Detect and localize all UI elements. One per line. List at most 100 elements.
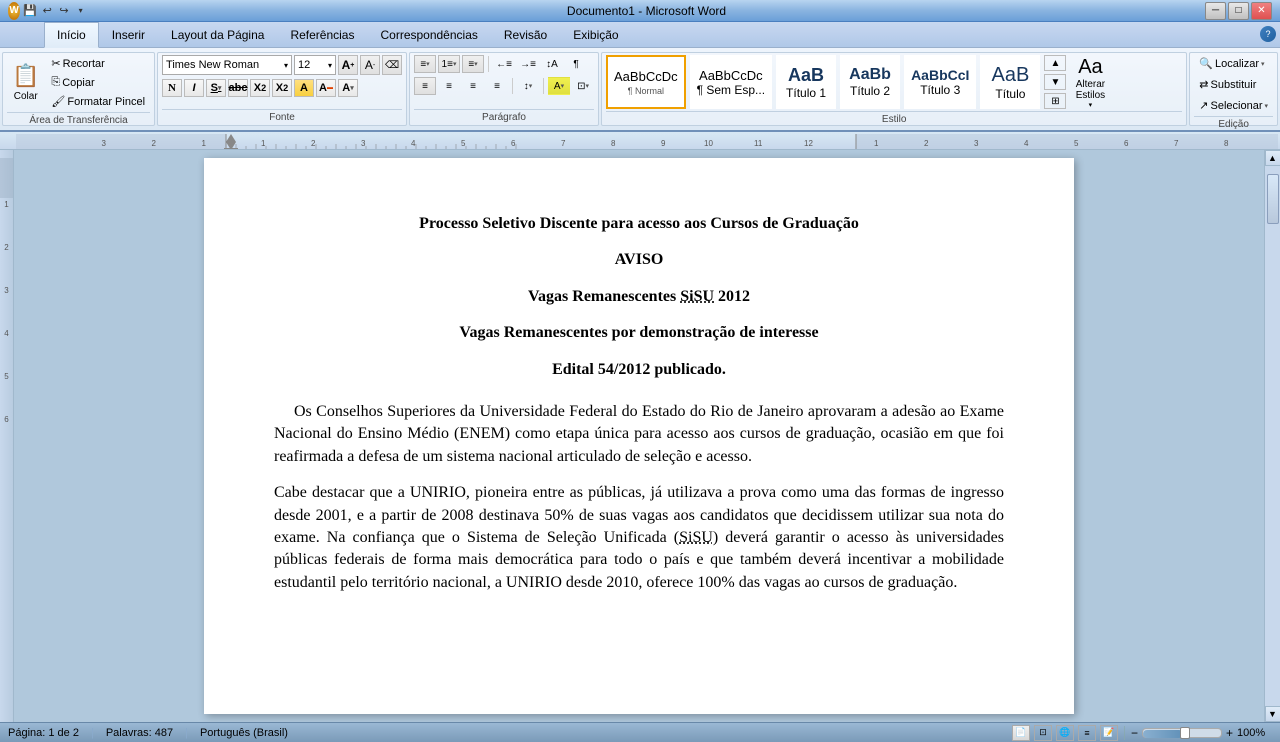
italic-button[interactable]: I	[184, 79, 204, 97]
align-left-btn[interactable]: ≡	[414, 77, 436, 95]
clipboard-label: Área de Transferência	[7, 112, 150, 126]
zoom-in-btn[interactable]: +	[1226, 726, 1233, 740]
find-button[interactable]: 🔍 Localizar ▾	[1194, 55, 1269, 72]
zoom-out-btn[interactable]: −	[1131, 726, 1138, 740]
clear-format-btn[interactable]: ⌫	[382, 55, 402, 75]
bullet-list-btn[interactable]: ≡▾	[414, 55, 436, 73]
tab-inserir[interactable]: Inserir	[99, 22, 158, 47]
minimize-btn[interactable]: ─	[1205, 2, 1226, 20]
paste-button[interactable]: 📋 Colar	[7, 56, 44, 110]
scroll-thumb[interactable]	[1267, 174, 1279, 224]
tab-correspondencias[interactable]: Correspondências	[367, 22, 490, 47]
styles-scroll-up[interactable]: ▲	[1044, 55, 1066, 71]
undo-quick-btn[interactable]: ↩	[40, 1, 55, 21]
doc-title-1: Processo Seletivo Discente para acesso a…	[274, 213, 1004, 235]
ruler-inner: 1 2 3 4 5 6 7 8 9 10 11 12 1 2 3	[14, 132, 1280, 150]
find-label: Localizar	[1215, 58, 1259, 70]
font-size-dropdown-icon[interactable]: ▾	[328, 61, 332, 70]
decrease-indent-btn[interactable]: ←≡	[493, 55, 515, 73]
font-color-btn[interactable]: A▾	[338, 79, 358, 97]
view-outline-btn[interactable]: ≡	[1078, 725, 1096, 741]
style-heading2[interactable]: AaBb Título 2	[840, 55, 900, 109]
multilevel-list-btn[interactable]: ≡▾	[462, 55, 484, 73]
shading-btn[interactable]: A▾	[548, 77, 570, 95]
view-web-btn[interactable]: 🌐	[1056, 725, 1074, 741]
view-draft-btn[interactable]: 📝	[1100, 725, 1118, 741]
underline-button[interactable]: S▾	[206, 79, 226, 97]
tab-layout[interactable]: Layout da Página	[158, 22, 277, 47]
scroll-track[interactable]	[1265, 166, 1280, 706]
tab-referencias[interactable]: Referências	[277, 22, 367, 47]
increase-indent-btn[interactable]: →≡	[517, 55, 539, 73]
window-title: Documento1 - Microsoft Word	[88, 4, 1205, 18]
tab-exibicao[interactable]: Exibição	[560, 22, 631, 47]
view-print-btn[interactable]: 📄	[1012, 725, 1030, 741]
editing-label: Edição	[1194, 116, 1273, 130]
copy-icon: ⎘	[51, 76, 60, 89]
select-button[interactable]: ↗ Selecionar ▾	[1194, 97, 1273, 114]
align-center-btn[interactable]: ≡	[438, 77, 460, 95]
font-grow-btn[interactable]: A+	[338, 55, 358, 75]
style-no-spacing[interactable]: AaBbCcDc ¶ Sem Esp...	[690, 55, 772, 109]
replace-button[interactable]: ⇄ Substituir	[1194, 76, 1261, 93]
svg-text:3: 3	[361, 139, 366, 148]
style-heading3-label: Título 3	[920, 83, 960, 97]
office-orb[interactable]: W	[8, 2, 20, 20]
style-heading2-preview: AaBb	[849, 66, 891, 84]
font-name-dropdown-icon[interactable]: ▾	[284, 61, 288, 70]
styles-scroll-down[interactable]: ▼	[1044, 74, 1066, 90]
font-shrink-btn[interactable]: A-	[360, 55, 380, 75]
document-area[interactable]: Processo Seletivo Discente para acesso a…	[14, 150, 1264, 722]
numbered-list-btn[interactable]: 1≡▾	[438, 55, 460, 73]
bold-button[interactable]: N	[162, 79, 182, 97]
superscript-button[interactable]: X2	[272, 79, 292, 97]
document-page: Processo Seletivo Discente para acesso a…	[204, 158, 1074, 714]
cut-label: Recortar	[63, 58, 105, 70]
copy-button[interactable]: ⎘ Copiar	[46, 74, 150, 91]
style-heading1[interactable]: AaB Título 1	[776, 55, 836, 109]
border-btn[interactable]: ⊡▾	[572, 77, 594, 95]
justify-btn[interactable]: ≡	[486, 77, 508, 95]
help-icon[interactable]: ?	[1260, 26, 1276, 42]
zoom-slider[interactable]	[1142, 728, 1222, 738]
style-heading3[interactable]: AaBbCcI Título 3	[904, 55, 976, 109]
view-fullscreen-btn[interactable]: ⊡	[1034, 725, 1052, 741]
maximize-btn[interactable]: □	[1228, 2, 1249, 20]
style-normal[interactable]: AaBbCcDc ¶ Normal	[606, 55, 686, 109]
svg-text:4: 4	[1024, 139, 1029, 148]
sisu-underline-2: SiSU	[679, 529, 713, 546]
replace-icon: ⇄	[1199, 78, 1208, 91]
vertical-scrollbar[interactable]: ▲ ▼	[1264, 150, 1280, 722]
svg-text:1: 1	[202, 139, 207, 148]
redo-quick-btn[interactable]: ↪	[57, 1, 72, 21]
scroll-down-btn[interactable]: ▼	[1265, 706, 1280, 722]
zoom-thumb[interactable]	[1180, 727, 1190, 739]
close-btn[interactable]: ✕	[1251, 2, 1272, 20]
scroll-up-btn[interactable]: ▲	[1265, 150, 1280, 166]
text-effects-btn[interactable]: A	[294, 79, 314, 97]
line-spacing-btn[interactable]: ↕▾	[517, 77, 539, 95]
qa-dropdown-btn[interactable]: ▾	[73, 1, 88, 21]
show-marks-btn[interactable]: ¶	[565, 55, 587, 73]
tab-inicio[interactable]: Início	[44, 22, 99, 48]
style-no-spacing-preview: AaBbCcDc	[699, 68, 763, 83]
styles-group: AaBbCcDc ¶ Normal AaBbCcDc ¶ Sem Esp... …	[601, 52, 1187, 126]
subscript-button[interactable]: X2	[250, 79, 270, 97]
style-title[interactable]: AaB Título	[980, 55, 1040, 109]
style-title-preview: AaB	[992, 64, 1030, 87]
clipboard-group: 📋 Colar ✂ Recortar ⎘ Copiar 🖌 Formatar P…	[2, 52, 155, 126]
font-highlight-btn[interactable]: A▬	[316, 79, 336, 97]
cut-button[interactable]: ✂ Recortar	[46, 55, 150, 72]
tab-revisao[interactable]: Revisão	[491, 22, 560, 47]
format-painter-button[interactable]: 🖌 Formatar Pincel	[46, 93, 150, 110]
align-right-btn[interactable]: ≡	[462, 77, 484, 95]
sort-btn[interactable]: ↕A	[541, 55, 563, 73]
separator-1: |	[91, 727, 94, 739]
styles-more[interactable]: ⊞	[1044, 93, 1066, 109]
save-quick-btn[interactable]: 💾	[22, 1, 38, 21]
strikethrough-button[interactable]: abc	[228, 79, 248, 97]
font-size-input[interactable]: 12 ▾	[294, 55, 336, 75]
font-name-input[interactable]: Times New Roman ▾	[162, 55, 292, 75]
change-styles-btn[interactable]: Aa AlterarEstilos ▾	[1070, 55, 1110, 109]
paste-icon: 📋	[12, 63, 39, 89]
